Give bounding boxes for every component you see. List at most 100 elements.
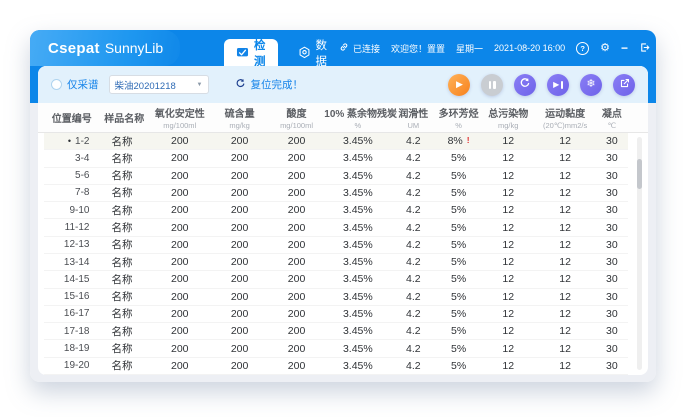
- cell: 12: [534, 308, 595, 320]
- table-row[interactable]: 18-19名称2002002003.45%4.25%121230: [44, 340, 628, 357]
- skip-icon: ▶: [553, 80, 563, 89]
- results-table: 位置编号样品名称氧化安定性mg/100ml硫含量mg/kg酸度mg/100ml1…: [38, 103, 648, 375]
- column-header: 酸度mg/100ml: [269, 105, 324, 130]
- cell: 200: [269, 170, 324, 182]
- scrollbar-thumb[interactable]: [637, 159, 642, 189]
- pause-icon: [489, 81, 496, 89]
- table-row[interactable]: 3-4名称2002002003.45%4.25%121230: [44, 150, 628, 167]
- cell: 4.2: [391, 325, 435, 337]
- datetime-text: 2021-08-20 16:00: [494, 43, 565, 53]
- cell-position-id: 7-8: [44, 187, 99, 198]
- app-logo: Csepat SunnyLib: [30, 30, 180, 66]
- cell: 4.2: [391, 152, 435, 164]
- cell-position-id: 3-4: [44, 153, 99, 164]
- selected-row-bullet-icon: •: [68, 136, 71, 146]
- logout-icon[interactable]: [639, 42, 650, 55]
- skip-button[interactable]: ▶: [547, 74, 569, 96]
- cell: 12: [534, 291, 595, 303]
- cell: 名称: [99, 341, 149, 356]
- cell: 4.2: [391, 256, 435, 268]
- table-row[interactable]: 11-12名称2002002003.45%4.25%121230: [44, 219, 628, 236]
- brand-name: Csepat: [48, 40, 100, 57]
- start-button[interactable]: ▶: [448, 74, 470, 96]
- cell: 12: [534, 256, 595, 268]
- cell: 名称: [99, 324, 149, 339]
- cell: 200: [210, 273, 268, 285]
- cell: 200: [210, 325, 268, 337]
- cell: 30: [596, 343, 628, 355]
- table-row[interactable]: 13-14名称2002002003.45%4.25%121230: [44, 254, 628, 271]
- table-row[interactable]: 15-16名称2002002003.45%4.25%121230: [44, 289, 628, 306]
- cell: 5%: [435, 343, 482, 355]
- table-row[interactable]: 17-18名称2002002003.45%4.25%121230: [44, 323, 628, 340]
- cell: 12: [534, 273, 595, 285]
- help-icon[interactable]: ?: [576, 42, 589, 55]
- cell-position-id: 11-12: [44, 222, 99, 233]
- spectrum-only-radio[interactable]: [51, 79, 62, 90]
- edit-button[interactable]: [613, 74, 635, 96]
- cell: 200: [149, 325, 210, 337]
- cell: 3.45%: [324, 360, 391, 372]
- tab-detection[interactable]: 检测: [224, 39, 278, 66]
- table-row[interactable]: •1-2名称2002002003.45%4.28%!121230: [44, 133, 628, 150]
- table-row[interactable]: 14-15名称2002002003.45%4.25%121230: [44, 271, 628, 288]
- cell: 30: [596, 135, 628, 147]
- cell-position-id: 18-19: [44, 343, 99, 354]
- cell: 30: [596, 222, 628, 234]
- action-buttons: ▶ ▶ ❄: [448, 74, 635, 96]
- chevron-down-icon: ▼: [197, 82, 203, 88]
- sample-dropdown[interactable]: 柴油20201218 ▼: [109, 75, 209, 94]
- cell: 200: [149, 343, 210, 355]
- cell: 200: [269, 204, 324, 216]
- table-row[interactable]: 12-13名称2002002003.45%4.25%121230: [44, 237, 628, 254]
- cell: 名称: [99, 237, 149, 252]
- refresh-button[interactable]: [514, 74, 536, 96]
- reset-icon: [235, 76, 246, 94]
- detection-icon: [236, 46, 249, 59]
- cell: 12: [534, 325, 595, 337]
- table-scrollbar[interactable]: [637, 137, 642, 370]
- cell: 5%: [435, 222, 482, 234]
- cell: 200: [149, 170, 210, 182]
- refresh-icon: [519, 76, 531, 94]
- cell-position-id: 19-20: [44, 360, 99, 371]
- cell-position-id: 15-16: [44, 291, 99, 302]
- table-row[interactable]: 9-10名称2002002003.45%4.25%121230: [44, 202, 628, 219]
- weekday-text: 星期一: [456, 42, 483, 55]
- play-icon: ▶: [456, 79, 463, 90]
- app-window: Csepat SunnyLib 检测 数据 已连接: [30, 30, 656, 382]
- column-header: 10% 蒸余物残炭%: [324, 105, 391, 130]
- cell-position-id: 16-17: [44, 308, 99, 319]
- cell: 3.45%: [324, 204, 391, 216]
- table-row[interactable]: 5-6名称2002002003.45%4.25%121230: [44, 168, 628, 185]
- table-row[interactable]: 16-17名称2002002003.45%4.25%121230: [44, 306, 628, 323]
- reset-status-label: 复位完成！: [251, 77, 304, 92]
- cell: 12: [482, 291, 535, 303]
- cell: 30: [596, 170, 628, 182]
- settings-gear-icon[interactable]: ⚙: [600, 43, 610, 54]
- cell: 5%: [435, 170, 482, 182]
- cell: 12: [482, 135, 535, 147]
- cell: 5%: [435, 360, 482, 372]
- cell: 200: [149, 222, 210, 234]
- main-tabs: 检测 数据: [224, 30, 339, 66]
- cell: 200: [269, 360, 324, 372]
- connection-status: 已连接: [339, 42, 380, 55]
- cell: 4.2: [391, 187, 435, 199]
- column-header: 总污染物mg/kg: [482, 105, 535, 130]
- title-bar-right: 已连接 欢迎您！置置 星期一 2021-08-20 16:00 ? ⚙ −: [339, 30, 665, 66]
- table-row[interactable]: 19-20名称2002002003.45%4.25%121230: [44, 358, 628, 375]
- cell: 12: [482, 239, 535, 251]
- table-row[interactable]: 7-8名称2002002003.45%4.25%121230: [44, 185, 628, 202]
- cell: 4.2: [391, 239, 435, 251]
- cell: 名称: [99, 151, 149, 166]
- pause-button[interactable]: [481, 74, 503, 96]
- freeze-button[interactable]: ❄: [580, 74, 602, 96]
- cell: 3.45%: [324, 256, 391, 268]
- minimize-icon[interactable]: −: [621, 41, 628, 55]
- cell: 8%!: [435, 135, 482, 147]
- tab-data[interactable]: 数据: [286, 39, 340, 66]
- cell: 4.2: [391, 360, 435, 372]
- cell: 12: [534, 135, 595, 147]
- cell: 200: [269, 256, 324, 268]
